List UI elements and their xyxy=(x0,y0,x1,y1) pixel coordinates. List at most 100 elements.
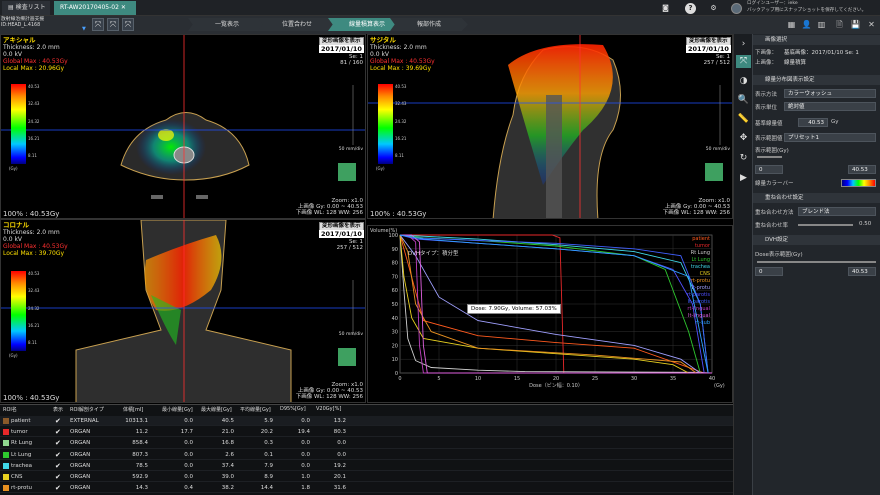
cell-name: patient xyxy=(11,418,31,424)
dvh-plot: 0 5 10 15 20 25 30 35 400102030405060708090100Vo… xyxy=(370,228,725,389)
roi-color-swatch[interactable] xyxy=(3,440,9,447)
method-select[interactable]: カラーウォッシュ xyxy=(784,89,876,98)
table-row[interactable]: Lt Lung ✔ ORGAN 807.3 0.0 2.6 0.1 0.0 0.0 xyxy=(0,450,733,460)
cell-visible[interactable]: ✔ xyxy=(55,461,61,471)
step-list[interactable]: 一覧表示 xyxy=(188,18,266,31)
overlay-method-label: 重ね合わせ方法 xyxy=(755,210,794,216)
cell-visible[interactable]: ✔ xyxy=(55,472,61,482)
col-roi-name[interactable]: ROI名 xyxy=(3,406,17,413)
dvh-xtick-label: 20 xyxy=(553,376,559,382)
col-mean-dose[interactable]: 平均線量[Gy] xyxy=(240,406,271,413)
section-dvh[interactable]: DVH設定 xyxy=(753,235,880,245)
cell-mean: 20.2 xyxy=(260,429,273,436)
chart-icon[interactable]: ▥ xyxy=(815,18,828,31)
range-max-input[interactable]: 40.53 xyxy=(848,165,876,174)
cell-visible[interactable]: ✔ xyxy=(55,450,61,460)
range-select[interactable]: プリセット1 xyxy=(784,133,876,142)
ref-dose-input[interactable]: 40.53 xyxy=(798,118,828,127)
sagittal-slice: 257 / 512 xyxy=(703,60,730,66)
section-image-select[interactable]: 画像選択 xyxy=(753,35,880,45)
roi-color-swatch[interactable] xyxy=(3,418,9,424)
dose-grid-icon[interactable]: ▦ xyxy=(785,18,798,31)
dose-tool-icon[interactable]: ⤧ xyxy=(736,55,751,68)
dropdown-icon[interactable]: ▼ xyxy=(82,26,86,32)
section-overlay[interactable]: 重ね合わせ設定 xyxy=(753,193,880,203)
video-icon[interactable]: ▶ xyxy=(736,172,751,185)
table-row[interactable]: CNS ✔ ORGAN 592.9 0.0 39.0 8.9 1.0 20.1 xyxy=(0,472,733,483)
sagittal-view[interactable]: サジタル Thickness: 2.0 mm 0.0 kV Global Max… xyxy=(367,34,733,219)
dvh-range-min-input[interactable]: 0 xyxy=(755,267,783,276)
axial-percent: 100% : 40.53Gy xyxy=(3,210,60,218)
range-min-input[interactable]: 0 xyxy=(755,165,783,174)
cell-v20: 0.0 xyxy=(337,451,346,458)
roi-color-swatch[interactable] xyxy=(3,451,9,458)
cell-type: ORGAN xyxy=(70,485,91,492)
dvh-ytick-label: 20 xyxy=(392,343,398,349)
avatar[interactable] xyxy=(731,3,742,14)
cell-visible[interactable]: ✔ xyxy=(55,416,61,426)
col-volume[interactable]: 体積[ml] xyxy=(123,406,143,413)
lower-image-value: 基底画像：2017/01/10 Se: 1 xyxy=(784,50,859,56)
tab-exam-list[interactable]: ▤ 検査リスト xyxy=(2,1,50,15)
step-registration[interactable]: 位置合わせ xyxy=(258,18,336,31)
table-row[interactable]: tumor ✔ ORGAN 11.2 17.7 21.0 20.2 19.4 80.3 xyxy=(0,427,733,438)
ruler-icon[interactable]: 📏 xyxy=(736,113,751,126)
gear-icon[interactable]: ⚙ xyxy=(708,3,719,14)
pan-icon[interactable]: ✥ xyxy=(736,132,751,145)
table-row[interactable]: patient ✔ EXTERNAL 10313.1 0.0 40.5 5.9 0.0 13.2 xyxy=(0,416,733,427)
cell-visible[interactable]: ✔ xyxy=(55,438,61,448)
col-d95[interactable]: D95%[Gy] xyxy=(280,406,306,412)
reset-icon[interactable]: ↻ xyxy=(736,152,751,165)
cell-visible[interactable]: ✔ xyxy=(55,427,61,437)
unit-select[interactable]: 絶対値 xyxy=(784,102,876,111)
dvh-range-label: Dose表示範囲(Gy) xyxy=(755,252,803,258)
dvh-ytick-label: 60 xyxy=(392,288,398,294)
col-visible[interactable]: 表示 xyxy=(53,406,63,413)
overlay-method-select[interactable]: ブレンド法 xyxy=(798,207,876,216)
save-icon[interactable]: 💾 xyxy=(849,18,862,31)
roi-color-swatch[interactable] xyxy=(3,462,9,469)
roi-color-swatch[interactable] xyxy=(3,474,9,480)
tab-case[interactable]: RT-AW20170405-02 ✕ xyxy=(54,1,136,15)
col-v20[interactable]: V20Gy[%] xyxy=(316,406,341,412)
colorbar-swatch[interactable] xyxy=(841,179,876,187)
document-icon[interactable]: 🗎 xyxy=(833,18,846,31)
zoom-icon[interactable]: 🔍 xyxy=(736,94,751,107)
user-add-icon[interactable]: 👤 xyxy=(800,18,813,31)
table-row[interactable]: Rt Lung ✔ ORGAN 858.4 0.0 16.8 0.3 0.0 0.0 xyxy=(0,438,733,449)
cell-volume: 78.5 xyxy=(135,462,148,469)
roi-color-swatch[interactable] xyxy=(3,485,9,492)
camera-icon[interactable]: ◙ xyxy=(660,3,671,14)
cell-volume: 807.3 xyxy=(132,451,148,458)
cell-type: ORGAN xyxy=(70,462,91,469)
axial-view[interactable]: アキシャル Thickness: 2.0 mm 0.0 kV Global Ma… xyxy=(0,34,366,219)
dvh-chart[interactable]: 0 5 10 15 20 25 30 35 40 0 10 20 30 40 50 60 70 80 90 100 Vo… xyxy=(367,225,733,403)
sagittal-thickness: Thickness: 2.0 mm xyxy=(370,44,427,51)
chevron-right-icon[interactable]: › xyxy=(736,38,751,51)
section-dose-display[interactable]: 線量分布図表示設定 xyxy=(753,75,880,85)
close-icon[interactable]: ✕ xyxy=(121,4,126,11)
layout-tool-1-icon[interactable]: ⤧ xyxy=(92,18,104,31)
dvh-range-max-input[interactable]: 40.53 xyxy=(848,267,876,276)
dvh-ylabel: Volume(%) xyxy=(370,228,397,234)
step-report[interactable]: 報部作成 xyxy=(390,18,468,31)
axial-colorbar xyxy=(11,84,26,164)
axial-date: 2017/01/10 xyxy=(319,45,364,53)
col-max-dose[interactable]: 最大線量[Gy] xyxy=(201,406,232,413)
contrast-icon[interactable]: ◑ xyxy=(736,75,751,88)
cell-visible[interactable]: ✔ xyxy=(55,483,61,493)
table-row[interactable]: trachea ✔ ORGAN 78.5 0.0 37.4 7.9 0.0 19.2 xyxy=(0,461,733,472)
close-case-icon[interactable]: ✕ xyxy=(865,18,878,31)
range-slider[interactable] xyxy=(757,156,782,158)
table-row[interactable]: rt-protu ✔ ORGAN 14.3 0.4 38.2 14.4 1.8 31.6 xyxy=(0,483,733,494)
layout-tool-2-icon[interactable]: ⤧ xyxy=(107,18,119,31)
case-id: ID:HEAD_L.4168 xyxy=(1,23,41,28)
col-roi-type[interactable]: ROI解剖タイプ xyxy=(70,406,104,413)
help-icon[interactable]: ? xyxy=(685,3,696,14)
layout-tool-3-icon[interactable]: ⤧ xyxy=(122,18,134,31)
coronal-view[interactable]: コロナル Thickness: 2.0 mm 0.0 kV Global Max… xyxy=(0,219,366,403)
overlay-rate-slider[interactable] xyxy=(798,224,853,226)
roi-color-swatch[interactable] xyxy=(3,429,9,436)
dvh-range-slider[interactable] xyxy=(757,261,876,263)
col-min-dose[interactable]: 最小線量[Gy] xyxy=(162,406,193,413)
